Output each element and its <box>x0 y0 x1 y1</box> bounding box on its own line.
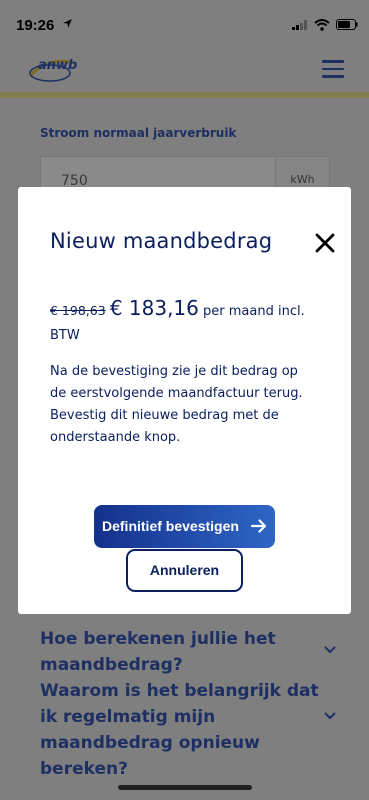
confirm-label: Definitief bevestigen <box>102 518 239 534</box>
menu-icon[interactable] <box>322 60 344 78</box>
logo-text: anwb <box>38 58 78 73</box>
new-amount-dialog: Nieuw maandbedrag € 198,63 € 183,16 per … <box>18 187 351 614</box>
faq-question: Hoe berekenen jullie het maandbedrag? <box>40 629 276 675</box>
dialog-body: Na de bevestiging zie je dit bedrag op d… <box>50 364 303 445</box>
faq-question: Waarom is het belangrijk dat ik regelmat… <box>40 681 319 779</box>
new-price: € 183,16 <box>109 296 199 320</box>
faq-item-calculation[interactable]: Hoe berekenen jullie het maandbedrag? <box>40 626 340 678</box>
chevron-down-icon <box>324 712 336 720</box>
confirm-button[interactable]: Definitief bevestigen <box>94 505 275 548</box>
dialog-title: Nieuw maandbedrag <box>50 229 273 253</box>
old-price: € 198,63 <box>50 303 106 318</box>
location-arrow-icon <box>63 19 72 28</box>
cancel-button[interactable]: Annuleren <box>126 549 243 592</box>
faq-item-importance[interactable]: Waarom is het belangrijk dat ik regelmat… <box>40 678 340 782</box>
battery-icon <box>336 19 358 30</box>
chevron-down-icon <box>324 646 336 654</box>
home-indicator[interactable] <box>118 785 252 790</box>
signal-icon <box>292 20 307 30</box>
usage-label: Stroom normaal jaarverbruik <box>40 126 237 140</box>
app-header: anwb <box>0 48 369 92</box>
status-bar: 19:26 <box>0 0 369 48</box>
close-icon[interactable] <box>314 232 336 254</box>
arrow-right-icon <box>251 519 267 533</box>
price-line: € 198,63 € 183,16 per maand incl. BTW <box>50 296 330 348</box>
status-time: 19:26 <box>16 17 55 34</box>
wifi-icon <box>314 19 330 31</box>
